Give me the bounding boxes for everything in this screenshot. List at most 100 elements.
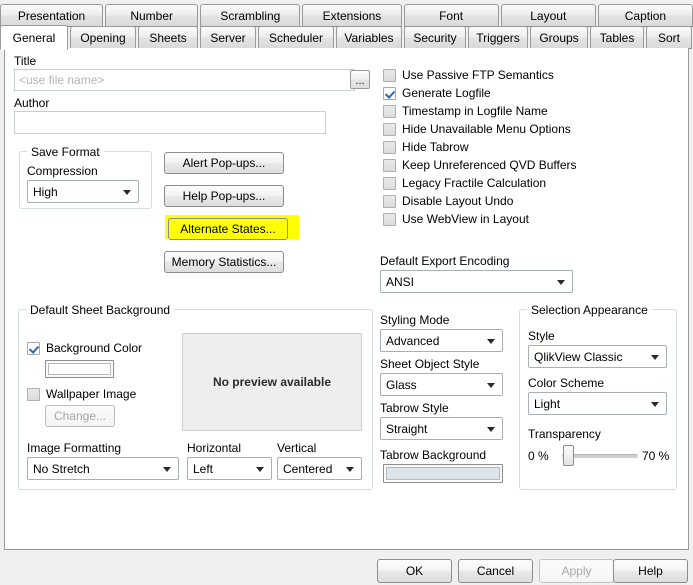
- checkbox-disable-layout-undo[interactable]: Disable Layout Undo: [383, 193, 513, 209]
- sheet-object-style-label: Sheet Object Style: [380, 357, 480, 371]
- checkbox-timestamp-in-logfile-name[interactable]: Timestamp in Logfile Name: [383, 103, 548, 119]
- tab-triggers[interactable]: Triggers: [468, 26, 528, 49]
- transparency-min-label: 0 %: [528, 449, 549, 463]
- tab-groups[interactable]: Groups: [530, 26, 588, 49]
- checkbox-indicator: [383, 212, 396, 226]
- tab-security[interactable]: Security: [404, 26, 466, 49]
- checkbox-indicator: [383, 194, 396, 208]
- checkbox-use-passive-ftp-semantics[interactable]: Use Passive FTP Semantics: [383, 67, 554, 83]
- alternate-states-button[interactable]: Alternate States...: [168, 218, 288, 240]
- default-export-encoding-select[interactable]: ANSI: [380, 270, 573, 293]
- chevron-down-icon: [346, 466, 354, 472]
- author-label: Author: [14, 96, 50, 110]
- horizontal-select[interactable]: Left: [187, 457, 272, 480]
- color-scheme-value: Light: [534, 396, 561, 411]
- tab-presentation[interactable]: Presentation: [0, 4, 104, 27]
- wallpaper-image-checkbox[interactable]: Wallpaper Image: [27, 386, 136, 402]
- title-input[interactable]: [14, 69, 355, 91]
- help-popups-button[interactable]: Help Pop-ups...: [164, 185, 284, 207]
- checkbox-indicator: [383, 140, 396, 154]
- general-tab-panel: Title ... Author Save Format Compression…: [4, 48, 689, 550]
- horizontal-value: Left: [193, 461, 214, 476]
- tab-number[interactable]: Number: [105, 4, 199, 27]
- checkbox-indicator: [383, 122, 396, 136]
- sheet-object-style-select[interactable]: Glass: [380, 373, 503, 396]
- background-color-checkbox[interactable]: Background Color: [27, 340, 142, 356]
- checkbox-indicator: [383, 158, 396, 172]
- selection-appearance-group-title: Selection Appearance: [527, 303, 652, 317]
- tabrow-style-value: Straight: [386, 421, 428, 436]
- checkbox-label: Use Passive FTP Semantics: [402, 68, 554, 82]
- help-button[interactable]: Help: [613, 559, 688, 583]
- tab-tables[interactable]: Tables: [590, 26, 644, 49]
- author-input[interactable]: [14, 111, 326, 134]
- tab-row-primary: General Opening Sheets Server Scheduler Varia…: [0, 25, 693, 50]
- vertical-select[interactable]: Centered: [277, 457, 362, 480]
- tab-caption[interactable]: Caption: [597, 4, 693, 27]
- background-color-swatch[interactable]: [45, 360, 114, 378]
- tabrow-background-label: Tabrow Background: [380, 448, 487, 462]
- selection-style-value: QlikView Classic: [534, 349, 623, 364]
- checkbox-hide-unavailable-menu-options[interactable]: Hide Unavailable Menu Options: [383, 121, 571, 137]
- chevron-down-icon: [557, 279, 565, 285]
- memory-statistics-button[interactable]: Memory Statistics...: [164, 251, 284, 273]
- tab-opening[interactable]: Opening: [70, 26, 136, 49]
- wallpaper-image-label: Wallpaper Image: [46, 387, 137, 401]
- checkbox-indicator: [383, 68, 396, 82]
- selection-style-select[interactable]: QlikView Classic: [528, 345, 667, 368]
- tab-sheets[interactable]: Sheets: [138, 26, 198, 49]
- default-export-encoding-value: ANSI: [386, 274, 415, 289]
- transparency-slider-thumb[interactable]: [563, 445, 574, 466]
- preview-placeholder-text: No preview available: [212, 375, 332, 389]
- tab-server[interactable]: Server: [200, 26, 256, 49]
- checkbox-use-webview-in-layout[interactable]: Use WebView in Layout: [383, 211, 529, 227]
- checkbox-label: Keep Unreferenced QVD Buffers: [402, 158, 577, 172]
- vertical-value: Centered: [283, 461, 333, 476]
- apply-button[interactable]: Apply: [539, 559, 614, 583]
- tab-extensions[interactable]: Extensions: [302, 4, 402, 27]
- image-formatting-label: Image Formatting: [27, 441, 122, 455]
- styling-mode-value: Advanced: [386, 333, 440, 348]
- horizontal-label: Horizontal: [187, 441, 242, 455]
- checkbox-hide-tabrow[interactable]: Hide Tabrow: [383, 139, 468, 155]
- tab-scrambling[interactable]: Scrambling: [200, 4, 301, 27]
- save-format-group-title: Save Format: [27, 145, 104, 159]
- tabrow-background-swatch[interactable]: [383, 464, 503, 483]
- ok-button[interactable]: OK: [377, 559, 452, 583]
- tab-sort[interactable]: Sort: [646, 26, 692, 49]
- color-scheme-label: Color Scheme: [528, 376, 605, 390]
- checkbox-label: Disable Layout Undo: [402, 194, 514, 208]
- tab-scheduler[interactable]: Scheduler: [258, 26, 334, 49]
- tab-layout[interactable]: Layout: [500, 4, 596, 27]
- tab-variables[interactable]: Variables: [336, 26, 402, 49]
- sheet-object-style-value: Glass: [386, 377, 417, 392]
- color-scheme-select[interactable]: Light: [528, 392, 667, 415]
- document-properties-dialog: Presentation Number Scrambling Extensions Fo…: [0, 0, 693, 585]
- tab-row-secondary: Presentation Number Scrambling Extensions Fo…: [0, 4, 693, 28]
- chevron-down-icon: [123, 189, 131, 195]
- image-formatting-select[interactable]: No Stretch: [27, 457, 179, 480]
- checkbox-keep-unreferenced-qvd-buffers[interactable]: Keep Unreferenced QVD Buffers: [383, 157, 577, 173]
- checkbox-generate-logfile[interactable]: Generate Logfile: [383, 85, 491, 101]
- color-fill: [386, 467, 500, 480]
- checkbox-label: Legacy Fractile Calculation: [402, 176, 547, 190]
- tab-font[interactable]: Font: [403, 4, 499, 27]
- chevron-down-icon: [651, 401, 659, 407]
- styling-mode-select[interactable]: Advanced: [380, 329, 503, 352]
- chevron-down-icon: [163, 466, 171, 472]
- styling-mode-label: Styling Mode: [380, 313, 450, 327]
- chevron-down-icon: [256, 466, 264, 472]
- cancel-button[interactable]: Cancel: [458, 559, 533, 583]
- tabrow-style-select[interactable]: Straight: [380, 417, 503, 440]
- compression-select[interactable]: High: [27, 180, 139, 203]
- change-wallpaper-button[interactable]: Change...: [45, 405, 115, 427]
- checkbox-label: Timestamp in Logfile Name: [402, 104, 548, 118]
- checkbox-legacy-fractile-calculation[interactable]: Legacy Fractile Calculation: [383, 175, 546, 191]
- title-browse-button[interactable]: ...: [350, 70, 370, 89]
- tab-general[interactable]: General: [0, 25, 68, 50]
- checkbox-label: Hide Tabrow: [402, 140, 469, 154]
- checkbox-indicator: [383, 176, 396, 190]
- default-export-encoding-label: Default Export Encoding: [380, 254, 510, 268]
- alert-popups-button[interactable]: Alert Pop-ups...: [164, 152, 284, 174]
- transparency-max-label: 70 %: [642, 449, 670, 463]
